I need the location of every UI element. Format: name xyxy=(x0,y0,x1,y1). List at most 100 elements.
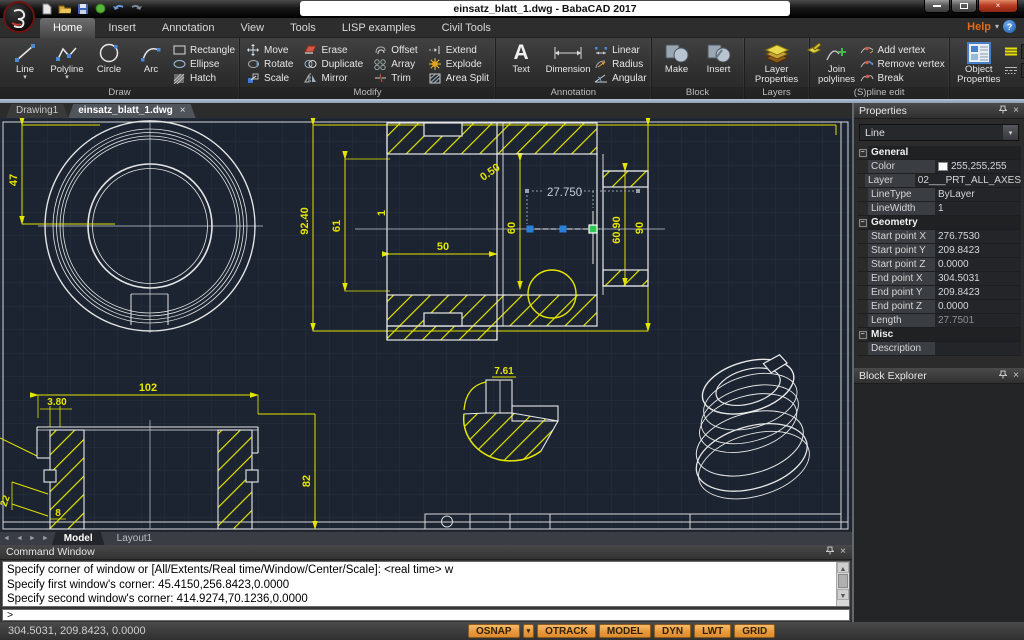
dyn-toggle[interactable]: DYN xyxy=(654,624,691,638)
osnap-toggle[interactable]: OSNAP xyxy=(468,624,520,638)
scroll-thumb[interactable] xyxy=(838,574,848,588)
plot-icon[interactable] xyxy=(94,2,107,15)
arc-button[interactable]: Arc xyxy=(130,40,172,75)
angular-dim-button[interactable]: Angular xyxy=(594,71,646,85)
section-misc[interactable]: − Misc xyxy=(857,328,1021,342)
new-file-icon[interactable] xyxy=(40,2,53,15)
line-button[interactable]: Line▾ xyxy=(4,40,46,81)
dimension-button[interactable]: Dimension xyxy=(542,40,594,75)
prop-row-color[interactable]: Color 255,255,255 xyxy=(857,160,1021,174)
layer-properties-button[interactable]: Layer Properties xyxy=(749,40,805,85)
doc-tab-close-icon[interactable]: × xyxy=(180,104,186,118)
tab-insert[interactable]: Insert xyxy=(95,18,149,38)
object-properties-button[interactable]: Object Properties xyxy=(954,40,1004,85)
linear-dim-button[interactable]: Linear xyxy=(594,43,646,57)
doc-tab-einsatz-blatt[interactable]: einsatz_blatt_1.dwg × xyxy=(68,104,195,118)
entity-type-select[interactable]: Line ▾ xyxy=(859,124,1019,141)
join-polylines-button[interactable]: Join polylines xyxy=(814,40,860,85)
prop-row-startx[interactable]: Start point X 276.7530 xyxy=(857,230,1021,244)
command-scrollbar[interactable]: ▲ ▼ xyxy=(836,562,849,606)
line-dropdown-icon[interactable]: ▾ xyxy=(23,75,27,81)
block-explorer-close-icon[interactable]: × xyxy=(1013,371,1019,381)
scroll-down-icon[interactable]: ▼ xyxy=(837,589,849,600)
tab-lisp-examples[interactable]: LISP examples xyxy=(329,18,429,38)
remove-vertex-button[interactable]: Remove vertex xyxy=(860,57,945,71)
erase-button[interactable]: Erase xyxy=(304,43,364,57)
nav-prev-icon[interactable]: ◄ xyxy=(16,535,23,542)
tab-civil-tools[interactable]: Civil Tools xyxy=(429,18,504,38)
add-vertex-button[interactable]: Add vertex xyxy=(860,43,945,57)
rotate-button[interactable]: Rotate xyxy=(246,57,293,71)
circle-button[interactable]: Circle xyxy=(88,40,130,75)
polyline-button[interactable]: Polyline▾ xyxy=(46,40,88,81)
collapse-icon[interactable]: − xyxy=(859,149,867,157)
lwt-toggle[interactable]: LWT xyxy=(694,624,731,638)
mirror-button[interactable]: Mirror xyxy=(304,71,364,85)
help-icon[interactable]: ? xyxy=(1003,20,1016,33)
prop-row-description[interactable]: Description xyxy=(857,342,1021,356)
sheet-tab-model[interactable]: Model xyxy=(52,532,105,546)
model-toggle[interactable]: MODEL xyxy=(599,624,651,638)
scroll-up-icon[interactable]: ▲ xyxy=(837,562,849,573)
doc-tab-drawing1[interactable]: Drawing1 xyxy=(6,104,68,118)
grid-toggle[interactable]: GRID xyxy=(734,624,775,638)
prop-row-starty[interactable]: Start point Y 209.8423 xyxy=(857,244,1021,258)
prop-row-linetype[interactable]: LineType ByLayer xyxy=(857,188,1021,202)
prop-row-endy[interactable]: End point Y 209.8423 xyxy=(857,286,1021,300)
maximize-button[interactable] xyxy=(951,0,977,13)
prop-row-startz[interactable]: Start point Z 0.0000 xyxy=(857,258,1021,272)
osnap-dropdown-icon[interactable]: ▾ xyxy=(523,624,535,638)
area-split-button[interactable]: Area Split xyxy=(428,71,489,85)
otrack-toggle[interactable]: OTRACK xyxy=(537,624,596,638)
layer-combo[interactable]: 0 ▾ xyxy=(1004,43,1024,60)
duplicate-button[interactable]: Duplicate xyxy=(304,57,364,71)
nav-last-icon[interactable]: ► xyxy=(42,535,49,542)
section-geometry[interactable]: − Geometry xyxy=(857,216,1021,230)
help-dropdown-icon[interactable]: ▾ xyxy=(995,22,999,31)
linetype-combo[interactable]: ByLayer ▾ xyxy=(1004,62,1024,79)
grip-active[interactable] xyxy=(589,225,597,233)
prop-row-linewidth[interactable]: LineWidth 1 xyxy=(857,202,1021,216)
scale-button[interactable]: Scale xyxy=(246,71,293,85)
tab-view[interactable]: View xyxy=(227,18,277,38)
open-file-icon[interactable] xyxy=(58,2,71,15)
rectangle-button[interactable]: Rectangle xyxy=(172,43,235,57)
prop-row-layer[interactable]: Layer 02___PRT_ALL_AXES xyxy=(857,174,1021,188)
close-button[interactable]: × xyxy=(978,0,1018,13)
grip-midpoint[interactable] xyxy=(560,226,567,233)
prop-row-length[interactable]: Length 27.7501 xyxy=(857,314,1021,328)
command-window-close-icon[interactable]: × xyxy=(840,547,846,557)
hatch-button[interactable]: Hatch xyxy=(172,71,235,85)
collapse-icon[interactable]: − xyxy=(859,331,867,339)
section-general[interactable]: − General xyxy=(857,146,1021,160)
nav-first-icon[interactable]: ◄ xyxy=(3,535,10,542)
babacad-logo-icon[interactable] xyxy=(3,1,35,33)
grip-endpoint[interactable] xyxy=(527,226,534,233)
block-explorer-body[interactable] xyxy=(854,384,1024,622)
explode-button[interactable]: Explode xyxy=(428,57,489,71)
prop-row-endz[interactable]: End point Z 0.0000 xyxy=(857,300,1021,314)
make-block-button[interactable]: Make xyxy=(656,40,698,75)
help-menu[interactable]: Help xyxy=(967,21,991,33)
properties-close-icon[interactable]: × xyxy=(1013,106,1019,116)
offset-button[interactable]: Offset xyxy=(373,43,418,57)
properties-pin-icon[interactable] xyxy=(999,105,1007,117)
extend-button[interactable]: Extend xyxy=(428,43,489,57)
trim-button[interactable]: Trim xyxy=(373,71,418,85)
collapse-icon[interactable]: − xyxy=(859,219,867,227)
drawing-canvas[interactable]: 47 xyxy=(0,118,852,531)
save-icon[interactable] xyxy=(76,2,89,15)
radius-dim-button[interactable]: Radius xyxy=(594,57,646,71)
nav-next-icon[interactable]: ► xyxy=(29,535,36,542)
ellipse-button[interactable]: Ellipse xyxy=(172,57,235,71)
command-window-pin-icon[interactable] xyxy=(826,546,834,558)
break-button[interactable]: Break xyxy=(860,71,945,85)
minimize-button[interactable] xyxy=(924,0,950,13)
redo-icon[interactable] xyxy=(130,2,143,15)
block-explorer-pin-icon[interactable] xyxy=(999,370,1007,382)
command-input[interactable]: > xyxy=(2,609,850,621)
move-button[interactable]: Move xyxy=(246,43,293,57)
tab-annotation[interactable]: Annotation xyxy=(149,18,228,38)
sheet-tab-layout1[interactable]: Layout1 xyxy=(105,532,165,546)
polyline-dropdown-icon[interactable]: ▾ xyxy=(65,75,69,81)
